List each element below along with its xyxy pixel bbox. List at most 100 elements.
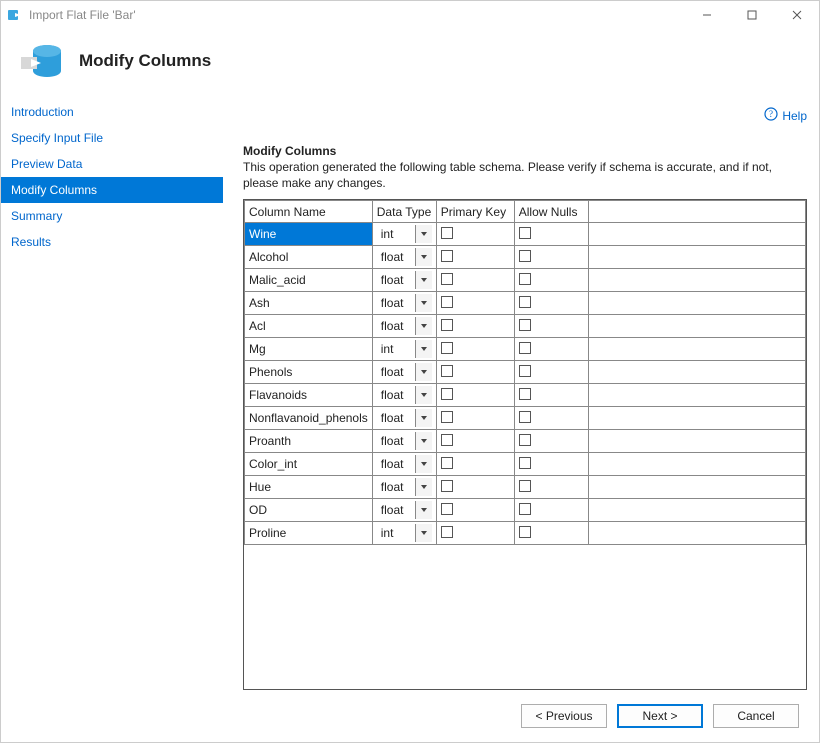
checkbox[interactable] <box>441 273 453 285</box>
data-type-cell[interactable]: int <box>372 223 436 246</box>
primary-key-cell[interactable] <box>436 476 514 499</box>
allow-nulls-cell[interactable] <box>514 315 588 338</box>
column-name-cell[interactable]: Phenols <box>245 361 373 384</box>
checkbox[interactable] <box>441 388 453 400</box>
checkbox[interactable] <box>519 388 531 400</box>
data-type-cell[interactable]: float <box>372 476 436 499</box>
column-name-cell[interactable]: Nonflavanoid_phenols <box>245 407 373 430</box>
data-type-cell[interactable]: float <box>372 315 436 338</box>
data-type-cell[interactable]: float <box>372 407 436 430</box>
checkbox[interactable] <box>441 227 453 239</box>
checkbox[interactable] <box>441 365 453 377</box>
primary-key-cell[interactable] <box>436 361 514 384</box>
primary-key-cell[interactable] <box>436 430 514 453</box>
column-name-cell[interactable]: Malic_acid <box>245 269 373 292</box>
checkbox[interactable] <box>519 434 531 446</box>
chevron-down-icon[interactable] <box>416 317 432 335</box>
column-name-cell[interactable]: Acl <box>245 315 373 338</box>
checkbox[interactable] <box>519 526 531 538</box>
nav-item-results[interactable]: Results <box>1 229 223 255</box>
allow-nulls-cell[interactable] <box>514 407 588 430</box>
checkbox[interactable] <box>441 319 453 331</box>
checkbox[interactable] <box>519 319 531 331</box>
chevron-down-icon[interactable] <box>416 455 432 473</box>
nav-item-modify-columns[interactable]: Modify Columns <box>1 177 223 203</box>
checkbox[interactable] <box>441 526 453 538</box>
data-type-cell[interactable]: int <box>372 338 436 361</box>
column-name-cell[interactable]: Hue <box>245 476 373 499</box>
column-name-cell[interactable]: Flavanoids <box>245 384 373 407</box>
column-name-cell[interactable]: Alcohol <box>245 246 373 269</box>
column-name-cell[interactable]: OD <box>245 499 373 522</box>
allow-nulls-cell[interactable] <box>514 453 588 476</box>
allow-nulls-cell[interactable] <box>514 430 588 453</box>
checkbox[interactable] <box>519 503 531 515</box>
checkbox[interactable] <box>519 480 531 492</box>
nav-item-specify-input-file[interactable]: Specify Input File <box>1 125 223 151</box>
allow-nulls-cell[interactable] <box>514 499 588 522</box>
header-column-name[interactable]: Column Name <box>245 201 373 223</box>
column-name-cell[interactable]: Color_int <box>245 453 373 476</box>
allow-nulls-cell[interactable] <box>514 246 588 269</box>
chevron-down-icon[interactable] <box>416 409 432 427</box>
chevron-down-icon[interactable] <box>416 524 432 542</box>
primary-key-cell[interactable] <box>436 269 514 292</box>
checkbox[interactable] <box>519 342 531 354</box>
primary-key-cell[interactable] <box>436 499 514 522</box>
nav-item-summary[interactable]: Summary <box>1 203 223 229</box>
primary-key-cell[interactable] <box>436 315 514 338</box>
chevron-down-icon[interactable] <box>416 501 432 519</box>
checkbox[interactable] <box>519 411 531 423</box>
data-type-cell[interactable]: float <box>372 246 436 269</box>
allow-nulls-cell[interactable] <box>514 476 588 499</box>
allow-nulls-cell[interactable] <box>514 338 588 361</box>
chevron-down-icon[interactable] <box>416 478 432 496</box>
primary-key-cell[interactable] <box>436 246 514 269</box>
header-data-type[interactable]: Data Type <box>372 201 436 223</box>
primary-key-cell[interactable] <box>436 384 514 407</box>
chevron-down-icon[interactable] <box>416 225 432 243</box>
column-name-cell[interactable]: Wine <box>245 223 373 246</box>
allow-nulls-cell[interactable] <box>514 269 588 292</box>
allow-nulls-cell[interactable] <box>514 223 588 246</box>
allow-nulls-cell[interactable] <box>514 292 588 315</box>
columns-grid[interactable]: Column Name Data Type Primary Key Allow … <box>243 199 807 690</box>
data-type-cell[interactable]: float <box>372 361 436 384</box>
chevron-down-icon[interactable] <box>416 386 432 404</box>
column-name-cell[interactable]: Mg <box>245 338 373 361</box>
nav-item-introduction[interactable]: Introduction <box>1 99 223 125</box>
primary-key-cell[interactable] <box>436 223 514 246</box>
chevron-down-icon[interactable] <box>416 340 432 358</box>
nav-item-preview-data[interactable]: Preview Data <box>1 151 223 177</box>
cancel-button[interactable]: Cancel <box>713 704 799 728</box>
allow-nulls-cell[interactable] <box>514 384 588 407</box>
data-type-cell[interactable]: float <box>372 384 436 407</box>
minimize-button[interactable] <box>684 1 729 29</box>
allow-nulls-cell[interactable] <box>514 522 588 545</box>
column-name-cell[interactable]: Proline <box>245 522 373 545</box>
chevron-down-icon[interactable] <box>416 294 432 312</box>
checkbox[interactable] <box>441 457 453 469</box>
checkbox[interactable] <box>441 434 453 446</box>
header-allow-nulls[interactable]: Allow Nulls <box>514 201 588 223</box>
checkbox[interactable] <box>519 250 531 262</box>
help-link[interactable]: ? Help <box>764 107 807 124</box>
next-button[interactable]: Next > <box>617 704 703 728</box>
primary-key-cell[interactable] <box>436 338 514 361</box>
column-name-cell[interactable]: Ash <box>245 292 373 315</box>
data-type-cell[interactable]: float <box>372 453 436 476</box>
data-type-cell[interactable]: float <box>372 499 436 522</box>
primary-key-cell[interactable] <box>436 292 514 315</box>
checkbox[interactable] <box>441 250 453 262</box>
data-type-cell[interactable]: float <box>372 430 436 453</box>
header-primary-key[interactable]: Primary Key <box>436 201 514 223</box>
chevron-down-icon[interactable] <box>416 271 432 289</box>
checkbox[interactable] <box>519 457 531 469</box>
checkbox[interactable] <box>519 296 531 308</box>
primary-key-cell[interactable] <box>436 407 514 430</box>
maximize-button[interactable] <box>729 1 774 29</box>
data-type-cell[interactable]: float <box>372 269 436 292</box>
checkbox[interactable] <box>441 296 453 308</box>
checkbox[interactable] <box>519 273 531 285</box>
checkbox[interactable] <box>441 480 453 492</box>
